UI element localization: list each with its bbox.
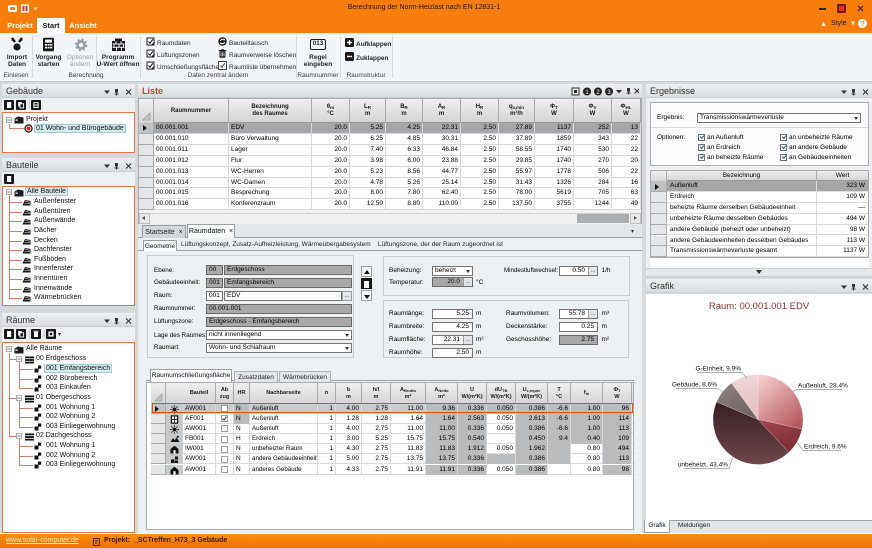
svg-text:Außenluft, 28.4%: Außenluft, 28.4%	[798, 383, 848, 390]
svg-text:Erdreich, 9.6%: Erdreich, 9.6%	[804, 444, 847, 451]
svg-text:G-Einheit, 9.9%: G-Einheit, 9.9%	[695, 366, 741, 373]
svg-text:unbeheizt, 43.4%: unbeheizt, 43.4%	[678, 462, 728, 469]
svg-text:Gebäude, 8.6%: Gebäude, 8.6%	[672, 382, 717, 389]
